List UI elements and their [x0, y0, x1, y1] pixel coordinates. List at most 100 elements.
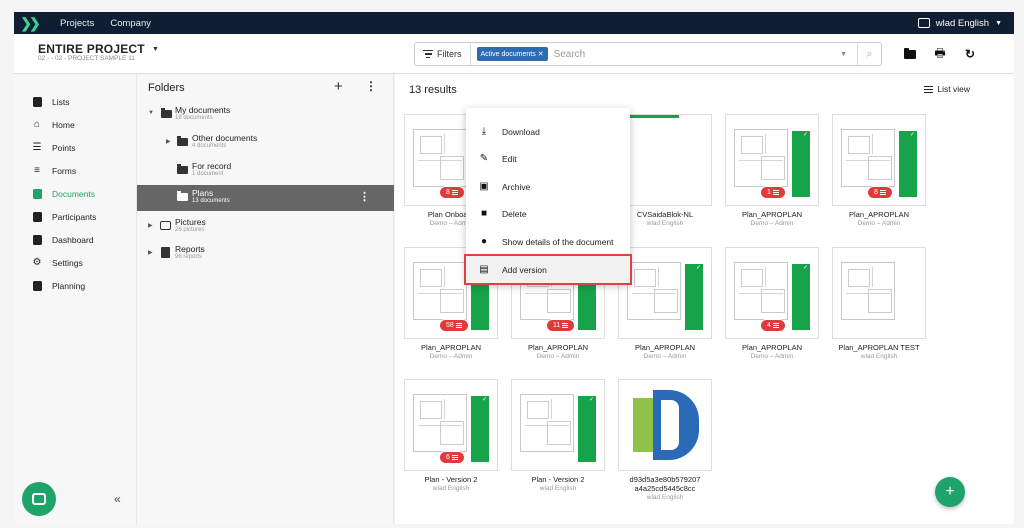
folder-my-documents[interactable]: ▼ My documents 18 documents: [137, 102, 394, 128]
document-card[interactable]: 6 Plan - Version 2wlad English: [404, 379, 498, 492]
document-thumbnail[interactable]: 6: [404, 379, 498, 471]
menu-item-add-version[interactable]: ▤ Add version: [464, 254, 632, 285]
document-thumbnail[interactable]: 8: [832, 114, 926, 206]
folder-count: 13 documents: [192, 198, 230, 204]
sidebar-item-home[interactable]: ⌂ Home: [14, 113, 136, 136]
list-icon: ☰: [32, 142, 42, 153]
folder-reports[interactable]: ▶ Reports 96 reports: [137, 241, 394, 267]
document-author: Demo – Admin: [536, 353, 580, 360]
sidebar-item-lists[interactable]: Lists: [14, 90, 136, 113]
folders-panel: Folders + ⋮ ▼ My documents 18 documents …: [136, 74, 394, 524]
filters-button[interactable]: Filters: [415, 43, 471, 65]
folder-plans[interactable]: Plans 13 documents ⋮: [137, 185, 394, 211]
points-count-badge: 58: [439, 319, 469, 332]
document-author: Demo – Admin: [643, 353, 687, 360]
document-name: Plan_APROPLAN: [420, 343, 482, 352]
filter-icon: [423, 48, 433, 60]
menu-item-label: Delete: [502, 208, 527, 219]
menu-item-edit[interactable]: ✎ Edit: [466, 145, 630, 172]
folder-count: 4 documents: [192, 143, 227, 149]
sidebar-item-label: Participants: [52, 211, 97, 222]
list-icon: [924, 84, 934, 95]
add-document-button[interactable]: +: [935, 477, 965, 507]
refresh-icon[interactable]: ↻: [962, 46, 978, 62]
document-card[interactable]: Plan - Version 2wlad English: [511, 379, 605, 492]
collapse-sidebar-icon[interactable]: «: [114, 492, 121, 506]
chevron-right-icon[interactable]: ▶: [148, 222, 153, 229]
list-icon: [562, 322, 569, 329]
nav-company[interactable]: Company: [110, 18, 151, 29]
document-card[interactable]: Plan_APROPLAN TEST wlad English: [832, 247, 926, 360]
sidebar-item-forms[interactable]: ≡ Forms: [14, 159, 136, 182]
trash-icon: ■: [480, 208, 488, 219]
document-thumbnail[interactable]: [832, 247, 926, 339]
search-bar: Filters Active documents ✕ ▼ ⌕: [414, 42, 882, 66]
clipboard-icon: [32, 96, 42, 107]
document-card[interactable]: d93d5a3e80b579207a4a25cd5445c8cc wlad Eng…: [618, 379, 712, 501]
sidebar-item-label: Points: [52, 142, 76, 153]
plan-drawing: [413, 262, 467, 320]
sidebar-item-label: Forms: [52, 165, 77, 176]
document-card[interactable]: 8 Plan_APROPLANDemo – Admin: [832, 114, 926, 227]
camera-icon: [160, 221, 171, 230]
print-icon[interactable]: 🖶: [932, 46, 948, 62]
project-title[interactable]: ENTIRE PROJECT: [38, 42, 145, 56]
chevron-down-icon[interactable]: ▼: [148, 110, 154, 116]
document-name: CVSaidaBlok-NL: [636, 210, 694, 219]
document-author: Demo – Admin: [429, 353, 473, 360]
document-card[interactable]: Plan_APROPLANDemo – Admin: [618, 247, 712, 360]
add-folder-icon[interactable]: +: [334, 78, 343, 95]
chevron-right-icon[interactable]: ▶: [166, 138, 171, 145]
document-thumbnail[interactable]: [511, 379, 605, 471]
folder-for-record[interactable]: For record 1 document: [137, 158, 394, 184]
logo-image: [631, 390, 701, 462]
document-card[interactable]: 4 Plan_APROPLANDemo – Admin: [725, 247, 819, 360]
folder-pictures[interactable]: ▶ Pictures 26 pictures: [137, 214, 394, 240]
folder-other-documents[interactable]: ▶ Other documents 4 documents: [137, 130, 394, 156]
sidebar-item-label: Documents: [52, 188, 95, 199]
document-thumbnail[interactable]: [618, 114, 712, 206]
version-status-bar: [899, 131, 917, 197]
document-thumbnail[interactable]: [618, 247, 712, 339]
sidebar-item-points[interactable]: ☰ Points: [14, 136, 136, 159]
chat-button[interactable]: [22, 482, 56, 516]
document-card[interactable]: 1 Plan_APROPLANDemo – Admin: [725, 114, 819, 227]
document-thumbnail[interactable]: [618, 379, 712, 471]
menu-item-download[interactable]: ⤓ Download: [466, 118, 630, 145]
more-options-icon[interactable]: ⋮: [365, 79, 377, 93]
user-menu[interactable]: wlad English ▼: [917, 18, 1002, 29]
sidebar-item-settings[interactable]: ⚙ Settings: [14, 251, 136, 274]
chevron-right-icon[interactable]: ▶: [148, 249, 153, 256]
project-dropdown-icon[interactable]: ▼: [152, 46, 159, 53]
nav-projects[interactable]: Projects: [60, 18, 94, 29]
document-card[interactable]: CVSaidaBlok-NL wlad English: [618, 114, 712, 227]
results-count: 13 results: [409, 84, 457, 96]
document-thumbnail[interactable]: 1: [725, 114, 819, 206]
sidebar-item-documents[interactable]: Documents: [14, 182, 136, 205]
folder-name: Plans: [192, 188, 214, 198]
sidebar-item-dashboard[interactable]: Dashboard: [14, 228, 136, 251]
search-input[interactable]: [553, 48, 841, 60]
folder-name: Reports: [175, 244, 205, 254]
plus-icon: +: [945, 483, 955, 500]
folder-more-icon[interactable]: ⋮: [359, 190, 370, 203]
plan-drawing: [841, 262, 895, 320]
sidebar-item-participants[interactable]: Participants: [14, 205, 136, 228]
document-author: wlad English: [432, 485, 470, 492]
search-dropdown-icon[interactable]: ▼: [840, 51, 847, 58]
folder-count: 26 pictures: [175, 227, 205, 233]
menu-item-archive[interactable]: ▣ Archive: [466, 173, 630, 200]
version-status-bar: [578, 396, 596, 462]
list-view-toggle[interactable]: List view: [924, 84, 970, 95]
search-icon[interactable]: ⌕: [857, 43, 881, 65]
menu-item-show-details[interactable]: ● Show details of the document: [466, 228, 630, 255]
sidebar-item-planning[interactable]: Planning: [14, 274, 136, 297]
document-thumbnail[interactable]: 4: [725, 247, 819, 339]
app-logo-icon[interactable]: ❯❯: [14, 15, 44, 32]
plan-drawing: [734, 129, 788, 187]
active-documents-chip[interactable]: Active documents ✕: [476, 47, 548, 61]
folder-icon[interactable]: [902, 46, 918, 62]
folder-count: 18 documents: [175, 115, 213, 121]
menu-item-delete[interactable]: ■ Delete: [466, 200, 630, 227]
folder-count: 1 document: [192, 171, 224, 177]
